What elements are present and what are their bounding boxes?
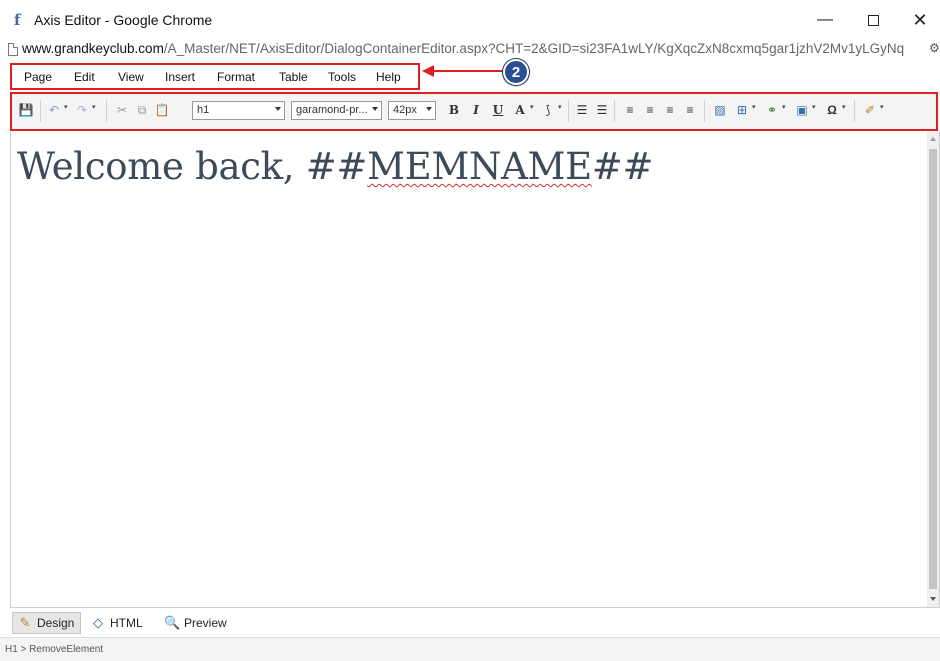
align-center-icon[interactable]: ≡ (642, 102, 658, 118)
highlight-dropdown-icon[interactable]: ▾ (558, 103, 562, 111)
toolbar-separator (568, 100, 569, 122)
symbol-dropdown-icon[interactable]: ▾ (842, 103, 846, 111)
clean-format-icon[interactable]: ✐ (862, 102, 878, 118)
toolbar-separator (854, 100, 855, 122)
font-family-select[interactable]: garamond-pr... (291, 101, 382, 120)
toolbar-separator (614, 100, 615, 122)
status-bar: H1 > RemoveElement (0, 637, 940, 661)
bold-button[interactable]: B (446, 102, 462, 118)
tab-design[interactable]: ✎ Design (12, 612, 82, 634)
menu-insert[interactable]: Insert (165, 70, 195, 84)
window-title: Axis Editor - Google Chrome (34, 12, 213, 28)
undo-icon[interactable]: ↶ (46, 102, 62, 118)
url-host: www.grandkeyclub.com (22, 41, 164, 56)
heading-suffix: ## (591, 145, 654, 188)
menu-tools[interactable]: Tools (328, 70, 356, 84)
code-icon: ◇ (93, 615, 103, 630)
editor-content-area[interactable]: Welcome back, ##MEMNAME## (10, 131, 940, 608)
scroll-down-icon[interactable] (930, 597, 936, 601)
editor-mode-bar: ✎ Design ◇ HTML 🔍 Preview (10, 609, 940, 636)
welcome-heading[interactable]: Welcome back, ##MEMNAME## (17, 145, 653, 188)
font-size-value: 42px (393, 104, 417, 116)
table-icon[interactable]: ⊞ (734, 102, 750, 118)
chevron-down-icon (426, 107, 432, 111)
font-color-button[interactable]: A (512, 102, 528, 118)
justify-icon[interactable]: ≡ (682, 102, 698, 118)
undo-dropdown-icon[interactable]: ▾ (64, 103, 68, 111)
align-right-icon[interactable]: ≡ (662, 102, 678, 118)
chevron-down-icon (275, 107, 281, 111)
page-icon (8, 43, 18, 56)
menu-page[interactable]: Page (24, 70, 52, 84)
save-icon[interactable]: 💾 (18, 102, 34, 118)
heading-prefix: Welcome back, ## (17, 145, 368, 188)
menu-view[interactable]: View (118, 70, 144, 84)
menu-help[interactable]: Help (376, 70, 401, 84)
minimize-icon: — (817, 11, 833, 28)
image-icon[interactable]: ▨ (712, 102, 728, 118)
table-dropdown-icon[interactable]: ▾ (752, 103, 756, 111)
chevron-down-icon (372, 107, 378, 111)
redo-icon[interactable]: ↷ (74, 102, 90, 118)
tab-design-label: Design (37, 616, 75, 630)
heading-memname-token: MEMNAME (367, 145, 592, 188)
symbol-icon[interactable]: Ω (824, 102, 840, 118)
element-path[interactable]: H1 > RemoveElement (5, 644, 103, 655)
font-size-select[interactable]: 42px (388, 101, 436, 120)
tab-html[interactable]: ◇ HTML (86, 612, 149, 634)
toolbar-separator (704, 100, 705, 122)
block-format-select[interactable]: h1 (192, 101, 285, 120)
align-left-icon[interactable]: ≡ (622, 102, 638, 118)
close-button[interactable]: ✕ (908, 8, 932, 32)
clean-dropdown-icon[interactable]: ▾ (880, 103, 884, 111)
scroll-up-icon[interactable] (930, 137, 936, 141)
toolbar-separator (106, 100, 107, 122)
title-bar: f Axis Editor - Google Chrome — ✕ (0, 0, 940, 40)
close-icon: ✕ (912, 9, 928, 30)
paste-icon[interactable]: 📋 (154, 102, 170, 118)
ordered-list-icon[interactable]: ☰ (574, 102, 590, 118)
font-color-dropdown-icon[interactable]: ▾ (530, 103, 534, 111)
unordered-list-icon[interactable]: ☰ (594, 102, 610, 118)
tab-preview-label: Preview (184, 616, 227, 630)
cut-icon[interactable]: ✂ (114, 102, 130, 118)
highlight-icon[interactable]: ⟆ (540, 102, 556, 118)
menu-edit[interactable]: Edit (74, 70, 95, 84)
link-icon[interactable]: ⚭ (764, 102, 780, 118)
app-icon: f (14, 11, 21, 29)
italic-button[interactable]: I (468, 102, 484, 118)
maximize-button[interactable] (861, 8, 885, 32)
url-path: /A_Master/NET/AxisEditor/DialogContainer… (163, 41, 905, 56)
magnifier-icon: 🔍 (164, 615, 181, 630)
annotation-badge-2: 2 (503, 59, 529, 85)
scrollbar-thumb[interactable] (929, 149, 937, 589)
tab-preview[interactable]: 🔍 Preview (160, 612, 233, 634)
tab-html-label: HTML (110, 616, 143, 630)
address-bar[interactable]: www.grandkeyclub.com/A_Master/NET/AxisEd… (0, 38, 940, 60)
settings-icon[interactable]: ⚙ (929, 41, 940, 55)
url-text[interactable]: www.grandkeyclub.com/A_Master/NET/AxisEd… (22, 41, 904, 56)
underline-button[interactable]: U (490, 102, 506, 118)
font-family-value: garamond-pr... (296, 104, 368, 116)
menu-table[interactable]: Table (279, 70, 308, 84)
block-format-value: h1 (197, 104, 210, 116)
media-dropdown-icon[interactable]: ▾ (812, 103, 816, 111)
toolbar-separator (40, 100, 41, 122)
vertical-scrollbar[interactable] (927, 131, 939, 607)
formatting-toolbar: 💾 ↶ ▾ ↷ ▾ ✂ ⧉ 📋 h1 garamond-pr... 42px B… (10, 92, 938, 131)
link-dropdown-icon[interactable]: ▾ (782, 103, 786, 111)
media-icon[interactable]: ▣ (794, 102, 810, 118)
pencil-icon: ✎ (19, 615, 31, 630)
minimize-button[interactable]: — (813, 8, 837, 32)
menu-format[interactable]: Format (217, 70, 255, 84)
maximize-icon (867, 14, 879, 26)
copy-icon[interactable]: ⧉ (134, 102, 150, 118)
menu-bar: Page Edit View Insert Format Table Tools… (10, 63, 420, 90)
redo-dropdown-icon[interactable]: ▾ (92, 103, 96, 111)
